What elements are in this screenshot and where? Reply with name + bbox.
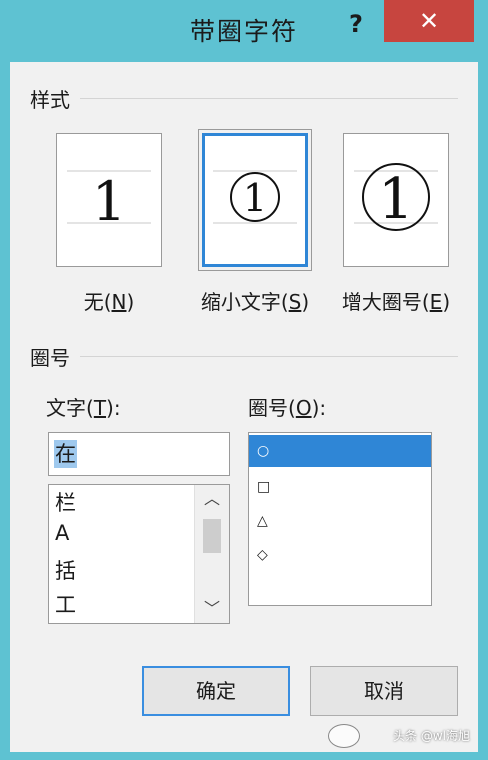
- scroll-thumb[interactable]: [203, 519, 221, 553]
- ok-button[interactable]: 确定: [142, 666, 290, 716]
- help-button[interactable]: ?: [338, 4, 374, 44]
- style-option-none[interactable]: 1: [56, 133, 162, 267]
- text-list-scrollbar[interactable]: ︿ ﹀: [194, 485, 229, 623]
- style-option-enlarge[interactable]: 1: [343, 133, 449, 267]
- text-input[interactable]: 在: [48, 432, 230, 476]
- circle-field-label: 圈号(O):: [248, 396, 327, 420]
- preview-enlarge-char: 1: [378, 167, 414, 232]
- style-option-shrink[interactable]: 1: [198, 129, 312, 271]
- scroll-up-icon[interactable]: ︿: [195, 485, 229, 513]
- text-list-item[interactable]: 工: [55, 589, 76, 619]
- circle-option-square[interactable]: □: [249, 471, 431, 503]
- scroll-down-icon[interactable]: ﹀: [195, 595, 229, 623]
- close-button[interactable]: ✕: [384, 0, 474, 42]
- dialog-window: 带圈字符 ? ✕ 样式 1 1 1 无(N) 缩小文字(S) 增大圈号(E) 圈…: [0, 0, 488, 760]
- preview-shrink-char: 1: [243, 176, 267, 220]
- text-list-item[interactable]: A: [55, 521, 69, 545]
- title-bar[interactable]: 带圈字符 ? ✕: [0, 0, 488, 62]
- dialog-body: 样式 1 1 1 无(N) 缩小文字(S) 增大圈号(E) 圈号 文字(T): …: [10, 62, 478, 752]
- watermark-text: 头条 @wl海旭: [393, 729, 470, 743]
- style-divider: [80, 98, 458, 99]
- style-enlarge-label: 增大圈号(E): [341, 290, 451, 314]
- preview-shrink-graphic: 1: [213, 170, 297, 224]
- circle-list[interactable]: ○ □ △ ◇: [248, 432, 432, 606]
- text-field-label: 文字(T):: [46, 396, 121, 420]
- preview-none-char: 1: [92, 170, 126, 233]
- text-list-item[interactable]: 栏: [55, 487, 76, 517]
- text-list[interactable]: 栏 A 括 工 ︿ ﹀: [48, 484, 230, 624]
- style-shrink-label: 缩小文字(S): [200, 290, 310, 314]
- circle-option-triangle[interactable]: △: [249, 505, 431, 537]
- text-input-value: 在: [54, 440, 77, 468]
- preview-none-graphic: 1: [67, 170, 151, 233]
- style-none-label: 无(N): [83, 290, 135, 314]
- style-section-label: 样式: [30, 88, 70, 112]
- preview-enlarge-graphic: 1: [354, 163, 438, 232]
- circle-section-label: 圈号: [30, 346, 70, 370]
- circle-option-circle[interactable]: ○: [249, 435, 431, 467]
- circle-option-diamond[interactable]: ◇: [249, 539, 431, 571]
- text-list-item[interactable]: 括: [55, 555, 76, 585]
- cancel-button[interactable]: 取消: [310, 666, 458, 716]
- circle-divider: [80, 356, 458, 357]
